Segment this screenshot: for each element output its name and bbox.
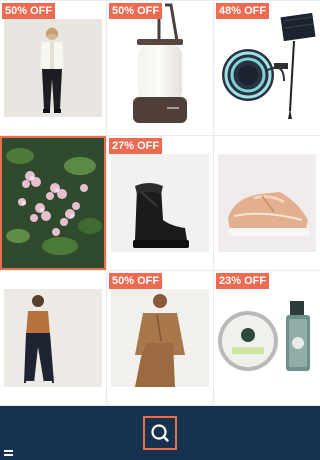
product-image (107, 136, 213, 270)
product-tile[interactable]: 50% OFF (107, 1, 213, 135)
product-tile[interactable]: 48% OFF (214, 1, 320, 135)
discount-badge: 50% OFF (109, 3, 163, 19)
product-image (2, 138, 104, 268)
product-image (0, 1, 106, 135)
product-image (214, 271, 320, 405)
product-tile[interactable]: 50% OFF (0, 1, 106, 135)
product-image (214, 1, 320, 135)
product-image (0, 271, 106, 405)
product-grid: 50% OFF 50% OFF 48% OFF 27% OFF 50% OFF … (0, 0, 320, 406)
discount-badge: 50% OFF (109, 273, 163, 289)
menu-icon[interactable] (4, 450, 13, 456)
bottom-navigation-bar (0, 406, 320, 460)
discount-badge: 23% OFF (216, 273, 270, 289)
discount-badge: 48% OFF (216, 3, 270, 19)
product-tile[interactable]: 27% OFF (107, 136, 213, 270)
product-tile[interactable]: 23% OFF (214, 271, 320, 405)
product-image (214, 136, 320, 270)
product-image (107, 1, 213, 135)
search-icon (151, 424, 169, 442)
discount-badge: 27% OFF (109, 138, 163, 154)
product-tile[interactable]: 50% OFF (107, 271, 213, 405)
product-tile[interactable] (0, 271, 106, 405)
discount-badge: 50% OFF (2, 3, 56, 19)
product-image (107, 271, 213, 405)
search-button[interactable] (143, 416, 177, 450)
product-tile-selected[interactable] (0, 136, 106, 270)
product-tile[interactable] (214, 136, 320, 270)
